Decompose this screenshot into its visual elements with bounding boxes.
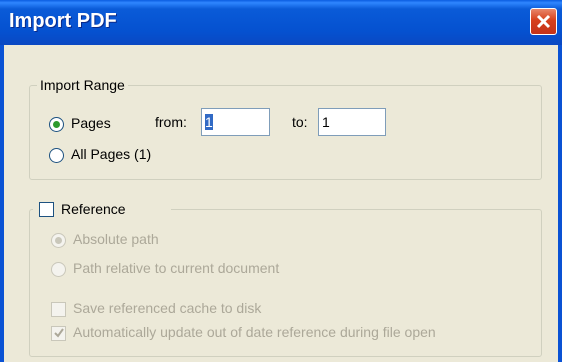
close-icon bbox=[536, 14, 551, 29]
absolute-path-label: Absolute path bbox=[73, 231, 159, 247]
save-cache-label: Save referenced cache to disk bbox=[73, 300, 262, 316]
checkmark-icon bbox=[54, 328, 64, 338]
reference-legend: Reference bbox=[33, 200, 171, 220]
to-label: to: bbox=[292, 114, 308, 130]
title-bar: Import PDF bbox=[0, 0, 562, 45]
to-input[interactable]: 1 bbox=[318, 108, 386, 136]
auto-update-label: Automatically update out of date referen… bbox=[73, 324, 436, 340]
import-range-legend: Import Range bbox=[37, 77, 128, 93]
relative-path-label: Path relative to current document bbox=[73, 260, 280, 276]
save-cache-checkbox[interactable] bbox=[51, 302, 66, 317]
absolute-path-radio[interactable] bbox=[51, 233, 66, 248]
window-title: Import PDF bbox=[9, 10, 117, 32]
reference-label: Reference bbox=[61, 201, 126, 217]
from-value: 1 bbox=[205, 114, 213, 130]
all-pages-radio[interactable] bbox=[49, 148, 64, 163]
pages-label: Pages bbox=[71, 115, 111, 131]
auto-update-checkbox[interactable] bbox=[51, 326, 66, 341]
to-value: 1 bbox=[322, 114, 330, 130]
from-input[interactable]: 1 bbox=[201, 108, 270, 136]
reference-checkbox[interactable] bbox=[39, 202, 54, 217]
all-pages-label: All Pages (1) bbox=[71, 146, 152, 162]
pages-radio[interactable] bbox=[49, 117, 64, 132]
close-button[interactable] bbox=[530, 8, 557, 35]
from-label: from: bbox=[155, 114, 187, 130]
import-range-group bbox=[29, 85, 542, 180]
relative-path-radio[interactable] bbox=[51, 262, 66, 277]
